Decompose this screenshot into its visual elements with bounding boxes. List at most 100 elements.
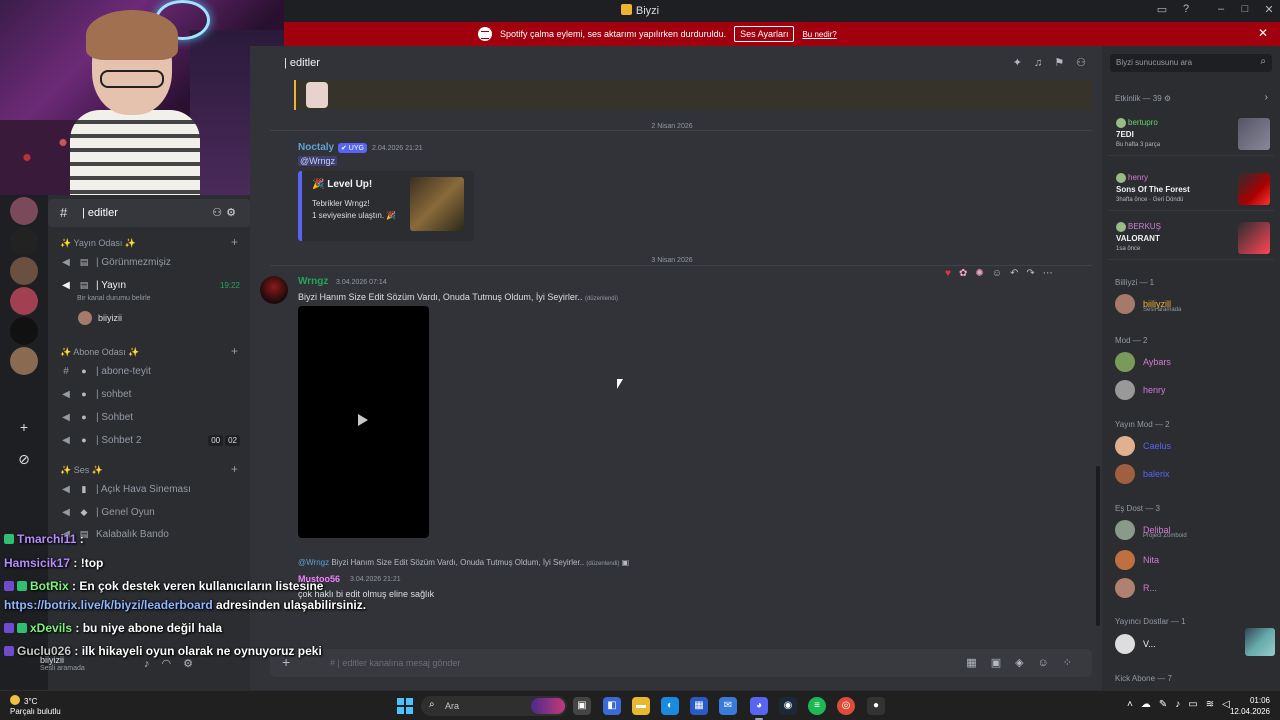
taskbar-search[interactable]: ⌕ Ara xyxy=(421,696,567,716)
add-server-icon[interactable]: + xyxy=(14,417,34,437)
channel-sohbet-2[interactable]: ◀ ● | Sohbet 2 00 02 xyxy=(60,431,240,449)
chat-link[interactable]: https://botrix.live/k/biyzi/leaderboard xyxy=(4,598,213,612)
system-tray[interactable]: ˄☁✎♪▭≋◁ xyxy=(1127,699,1238,710)
help-icon[interactable]: ? xyxy=(1178,3,1194,15)
widgets-icon[interactable]: ◧ xyxy=(603,697,621,715)
activity-card[interactable]: BERKUŞ VALORANT 1sa önce xyxy=(1108,220,1274,260)
steam-icon[interactable]: ◉ xyxy=(779,697,797,715)
task-view-icon[interactable]: ▣ xyxy=(573,697,591,715)
reply-icon[interactable]: ↶ xyxy=(1010,268,1026,279)
discover-icon[interactable]: ⊘ xyxy=(14,449,34,469)
server-icon[interactable] xyxy=(10,347,38,375)
server-icon[interactable] xyxy=(10,227,38,255)
activity-card[interactable]: bertupro 7EDI Bu hafta 3 parça xyxy=(1108,116,1274,156)
chat-scrollbar[interactable] xyxy=(1096,466,1100,626)
streamer-shirt xyxy=(70,110,200,195)
clock-date: 12.04.2026 xyxy=(1229,707,1270,716)
channel-list-header[interactable]: # | editler ⚇⚙ xyxy=(48,199,250,227)
server-icon[interactable] xyxy=(10,257,38,285)
server-icon[interactable] xyxy=(10,287,38,315)
app-icon[interactable]: ● xyxy=(867,697,885,715)
weather-widget[interactable]: 3°C Parçalı bulutlu xyxy=(10,695,61,717)
store-icon[interactable]: ▦ xyxy=(690,697,708,715)
banner-close-icon[interactable]: ✕ xyxy=(1258,26,1268,40)
channel-sohbet-cap[interactable]: ◀ ● | Sohbet xyxy=(60,408,240,426)
play-icon[interactable] xyxy=(358,414,368,426)
chat-badge-icon xyxy=(4,534,14,544)
monitor-icon[interactable]: ▭ xyxy=(1188,699,1205,710)
user-mention[interactable]: @Wrngz xyxy=(298,156,337,166)
server-icon[interactable] xyxy=(10,197,38,225)
chat-sep: : xyxy=(70,556,81,570)
minimize-button[interactable]: – xyxy=(1213,3,1229,15)
add-channel-icon[interactable]: + xyxy=(231,462,238,476)
member-item[interactable]: Delibal Project Zomboid xyxy=(1115,518,1275,542)
inbox-icon[interactable]: ▭ xyxy=(1154,3,1170,16)
channel-gorunmezmisiz[interactable]: ◀ ▤ | Görünmezmişiz xyxy=(60,253,240,271)
member-item[interactable]: biiliyzill Sesli aramada xyxy=(1115,292,1275,316)
message-author[interactable]: Wrngz xyxy=(298,276,328,287)
category-yayin-odasi[interactable]: ✨ Yayın Odası ✨ xyxy=(60,238,136,249)
close-window-button[interactable]: ✕ xyxy=(1261,3,1277,16)
message-actions[interactable]: ♥✿✺☺↶↷⋯ xyxy=(945,268,1061,279)
member-item[interactable]: Caelus xyxy=(1115,434,1275,458)
header-toolbar-icons[interactable]: ✦♫⚑⚇ xyxy=(1013,56,1098,69)
chevron-up-icon[interactable]: ˄ xyxy=(1127,699,1141,710)
video-attachment[interactable] xyxy=(298,306,429,538)
maximize-button[interactable]: □ xyxy=(1237,3,1253,15)
heart-reaction-icon[interactable]: ♥ xyxy=(945,268,959,279)
member-item[interactable]: R... xyxy=(1115,576,1275,600)
server-search-input[interactable]: Biyzi sunucusunu ara ⌕ xyxy=(1110,54,1272,72)
server-icon[interactable] xyxy=(10,317,38,345)
activity-card[interactable]: henry Sons Of The Forest 3hafta önce · G… xyxy=(1108,171,1274,211)
activity-user: henry xyxy=(1128,173,1149,182)
clock[interactable]: 01:06 12.04.2026 xyxy=(1230,695,1270,717)
pen-icon[interactable]: ✎ xyxy=(1159,699,1175,710)
server-icon[interactable] xyxy=(10,379,38,407)
mail-icon[interactable]: ✉ xyxy=(719,697,737,715)
volume-icon[interactable]: ♪ xyxy=(1175,699,1188,710)
settings-gear-icon[interactable]: ⚙ xyxy=(183,658,205,670)
member-item[interactable]: balerix xyxy=(1115,462,1275,486)
audio-controls[interactable]: ♪◠⚙ xyxy=(144,657,205,670)
flower-reaction-icon[interactable]: ✿ xyxy=(959,268,975,279)
channel-yayin[interactable]: ◀ ▤ | Yayın 19:22 xyxy=(60,276,240,294)
chrome-icon[interactable]: ◎ xyxy=(837,697,855,715)
member-item[interactable]: V... xyxy=(1115,628,1275,656)
cloud-icon[interactable]: ☁ xyxy=(1141,699,1159,710)
message-author[interactable]: Noctaly xyxy=(298,142,334,153)
add-channel-icon[interactable]: + xyxy=(231,344,238,358)
mic-icon[interactable]: ♪ xyxy=(144,658,162,670)
member-item[interactable]: henry xyxy=(1115,378,1275,402)
edge-icon[interactable]: ◐ xyxy=(661,697,679,715)
member-item[interactable]: Nita xyxy=(1115,548,1275,572)
category-ses[interactable]: ✨ Ses ✨ xyxy=(60,465,103,476)
channel-genel-oyun[interactable]: ◀ ◆ | Genel Oyun xyxy=(60,503,240,521)
add-channel-icon[interactable]: + xyxy=(231,235,238,249)
voice-user[interactable]: biiyizii xyxy=(78,311,122,325)
user-panel-name[interactable]: biiyizii xyxy=(40,655,64,665)
sparkle-reaction-icon[interactable]: ✺ xyxy=(975,268,991,279)
avatar[interactable] xyxy=(260,276,288,304)
embed-line-2: 1 seviyesine ulaştın. 🎉 xyxy=(312,211,397,220)
what-is-this-link[interactable]: Bu nedir? xyxy=(802,30,836,39)
category-abone-odasi[interactable]: ✨ Abone Odası ✨ xyxy=(60,347,139,358)
channel-sohbet[interactable]: ◀ ● | sohbet xyxy=(60,385,240,403)
start-button[interactable] xyxy=(397,698,413,714)
channel-acik-hava-sinemasi[interactable]: ◀ ▮ | Açık Hava Sineması xyxy=(60,480,240,498)
member-item[interactable]: Aybars xyxy=(1115,350,1275,374)
channel-status-text[interactable]: Bir kanal durumu belirle xyxy=(77,295,151,302)
channel-abone-teyit[interactable]: # ● | abone-teyit xyxy=(60,362,240,380)
wifi-icon[interactable]: ≋ xyxy=(1206,699,1222,710)
chevron-right-icon[interactable]: › xyxy=(1265,92,1268,103)
sound-settings-button[interactable]: Ses Ayarları xyxy=(734,26,795,42)
discord-icon[interactable]: ◕ xyxy=(750,697,768,720)
spotify-icon[interactable]: ≡ xyxy=(808,697,826,715)
headphones-icon[interactable]: ◠ xyxy=(162,658,184,670)
composer-toolbar-icons[interactable]: ▦▣◈☺⁘ xyxy=(966,656,1086,669)
add-member-icon[interactable]: ⚇⚙ xyxy=(212,206,240,219)
file-explorer-icon[interactable]: ▬ xyxy=(632,697,650,715)
more-options-icon[interactable]: ⋯ xyxy=(1043,268,1061,279)
forward-icon[interactable]: ↷ xyxy=(1026,268,1042,279)
add-reaction-icon[interactable]: ☺ xyxy=(992,268,1010,279)
